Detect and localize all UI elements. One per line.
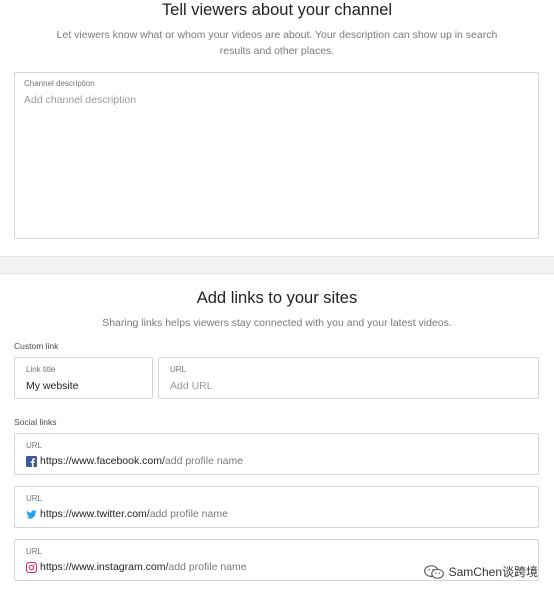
- twitter-url-base: https://www.twitter.com/: [40, 508, 150, 520]
- link-title-field[interactable]: Link title My website: [14, 357, 153, 399]
- twitter-url-label: URL: [26, 494, 43, 503]
- instagram-url-suffix: add profile name: [168, 561, 247, 573]
- links-section-title: Add links to your sites: [196, 289, 358, 307]
- instagram-url-base: https://www.instagram.com/: [40, 561, 169, 573]
- description-section-subtitle: Let viewers know what or whom your video…: [56, 29, 498, 57]
- link-title-value: My website: [26, 380, 79, 392]
- description-section-title: Tell viewers about your channel: [161, 1, 393, 19]
- custom-url-label: URL: [170, 365, 187, 374]
- custom-url-placeholder: Add URL: [170, 380, 213, 392]
- link-title-label: Link title: [26, 365, 56, 374]
- facebook-url-label: URL: [26, 441, 43, 450]
- twitter-url-field[interactable]: URL https://www.twitter.com/add profile …: [14, 486, 539, 528]
- facebook-url-suffix: add profile name: [164, 455, 244, 467]
- custom-url-field[interactable]: URL Add URL: [158, 357, 539, 399]
- facebook-url-row: https://www.facebook.com/add profile nam…: [26, 455, 243, 467]
- channel-description-placeholder: Add channel description: [24, 94, 137, 106]
- twitter-url-row: https://www.twitter.com/add profile name: [26, 508, 228, 520]
- custom-link-heading: Custom link: [14, 341, 59, 351]
- watermark-text: SamChen谈跨境: [448, 565, 538, 579]
- twitter-url-suffix: add profile name: [149, 508, 228, 520]
- channel-description-label: Channel description: [24, 79, 95, 88]
- facebook-icon: [26, 455, 37, 467]
- instagram-icon: [26, 561, 37, 573]
- watermark: SamChen谈跨境: [423, 563, 538, 580]
- social-links-heading: Social links: [14, 417, 57, 427]
- links-section-subtitle: Sharing links helps viewers stay connect…: [102, 317, 452, 329]
- section-divider: [0, 256, 554, 274]
- instagram-url-row: https://www.instagram.com/add profile na…: [26, 561, 247, 573]
- wechat-icon: [423, 564, 444, 579]
- facebook-url-field[interactable]: URL https://www.facebook.com/add profile…: [14, 433, 539, 475]
- facebook-url-base: https://www.facebook.com/: [40, 455, 165, 467]
- instagram-url-label: URL: [26, 547, 43, 556]
- channel-customization-page: Tell viewers about your channel Let view…: [0, 0, 554, 598]
- twitter-icon: [26, 509, 37, 519]
- channel-description-field[interactable]: Channel description Add channel descript…: [14, 72, 539, 239]
